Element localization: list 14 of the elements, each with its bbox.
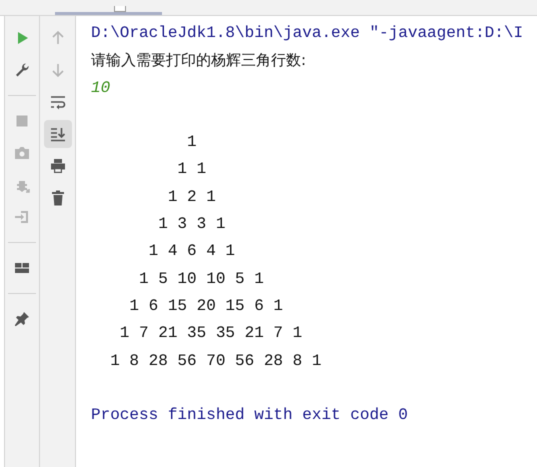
console-line: 请输入需要打印的杨辉三角行数:: [91, 51, 306, 70]
console-line: Process finished with exit code 0: [91, 406, 408, 424]
scroll-to-end-icon[interactable]: [44, 120, 72, 148]
console-line: 1: [186, 133, 197, 152]
console-line: D:\OracleJdk1.8\bin\java.exe "-javaagent:D:\I: [91, 24, 524, 42]
console-line: 1 2 1: [166, 188, 216, 206]
console-line: 1 4 6 4 1: [148, 242, 236, 260]
console-line: 1 3 3 1: [157, 215, 226, 234]
console-line: 1 1: [176, 160, 206, 178]
console-line: 1 7 21 35 35 21 7 1: [118, 324, 302, 342]
console-line: 1 8 28 56 70 56 28 8 1: [109, 352, 322, 370]
input-text: 10: [91, 78, 110, 97]
console-line: 1 5 10 10 5 1: [138, 270, 264, 288]
console-line: 1 6 15 20 15 6 1: [128, 296, 284, 315]
